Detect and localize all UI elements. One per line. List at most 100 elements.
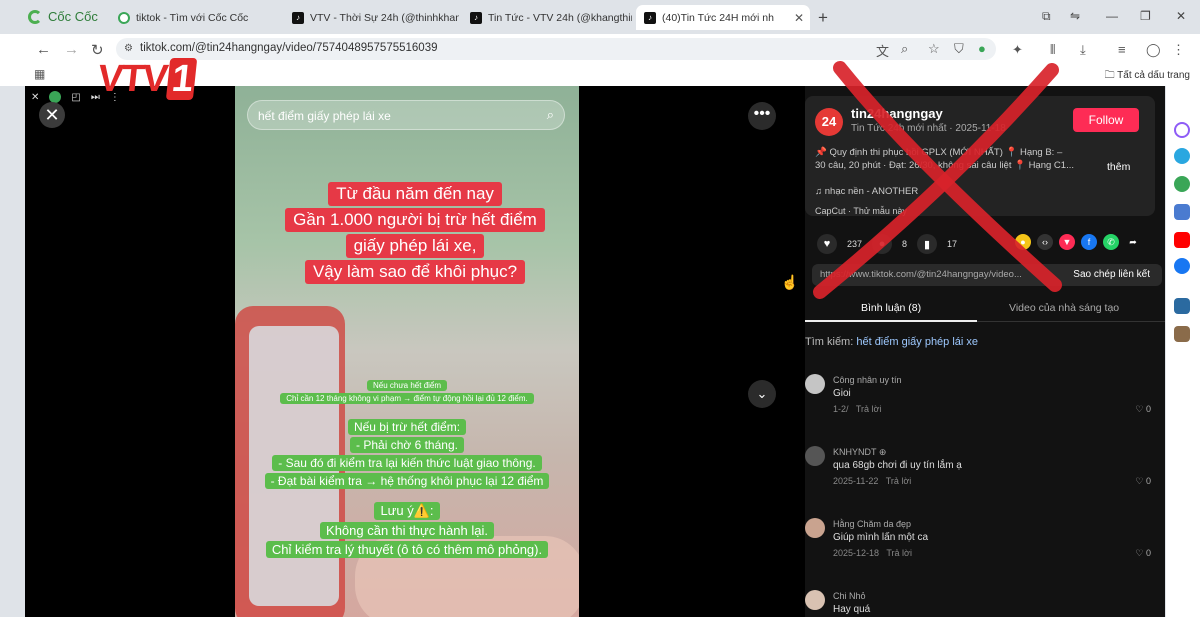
zalo-icon[interactable] [1174, 148, 1190, 164]
caption-line: Chỉ kiểm tra lý thuyết (ô tô có thêm mô … [265, 541, 549, 558]
close-window-button[interactable]: ✕ [1176, 9, 1186, 23]
follow-button[interactable]: Follow [1073, 108, 1139, 132]
all-bookmarks-link[interactable]: 🗀 Tất cả dấu trang [1105, 68, 1190, 85]
screenshot-icon[interactable]: ⧉ [1042, 9, 1051, 24]
restore-button[interactable]: ❐ [1140, 9, 1151, 23]
messenger-icon[interactable] [1174, 122, 1190, 138]
comment-like-count: 0 [1145, 548, 1151, 558]
next-video-button[interactable]: ⌄ [748, 380, 776, 408]
close-video-button[interactable]: ✕ [39, 102, 65, 128]
extensions-icon[interactable]: ✦ [1012, 42, 1023, 58]
tab-label: VTV - Thời Sự 24h (@thinhkhang [310, 11, 459, 24]
reading-mode-icon[interactable]: ⫴ [1050, 42, 1055, 58]
author-avatar[interactable]: 24 [815, 108, 843, 136]
headline-caption: Từ đầu năm đến nay Gần 1.000 người bị tr… [265, 181, 565, 285]
tab-comments[interactable]: Bình luận (8) [861, 302, 921, 314]
active-tab-indicator [805, 320, 977, 322]
comment-avatar[interactable] [805, 374, 825, 394]
coccoc-logo-icon [28, 9, 42, 24]
bookmark-icon[interactable]: ▮ [917, 234, 938, 254]
comment-avatar[interactable] [805, 446, 825, 466]
tab-search[interactable]: tiktok - Tìm với Cốc Cốc [110, 5, 280, 30]
tab-active-tin24h[interactable]: ♪ (40)Tin Tức 24H mới nh ✕ [636, 5, 810, 30]
shield-icon[interactable]: ⛉ [954, 41, 964, 57]
zoom-icon[interactable]: ⌕ [901, 41, 908, 57]
tab-vtv-thoisu[interactable]: ♪ VTV - Thời Sự 24h (@thinhkhang [284, 5, 459, 30]
coin-icon[interactable]: ● [1015, 234, 1031, 250]
close-tab-icon[interactable]: ✕ [794, 11, 804, 25]
media-icon[interactable]: ≡ [1118, 42, 1126, 57]
caption-small: Nếu chưa hết điểm Chỉ cần 12 tháng không… [239, 378, 575, 406]
comment-author[interactable]: Chi Nhỏ [833, 591, 866, 601]
caption-line: - Sau đó đi kiểm tra lại kiến thức luật … [272, 455, 542, 471]
headline-line: Từ đầu năm đến nay [328, 182, 502, 206]
comment-author[interactable]: Hằng Chăm da đẹp [833, 519, 911, 529]
app-sidebar-icon[interactable] [1174, 298, 1190, 314]
download-status-icon[interactable]: ● [978, 41, 986, 56]
game-icon[interactable] [1174, 176, 1190, 192]
menu-icon[interactable]: ⋮ [1172, 42, 1185, 58]
bookmark-star-icon[interactable]: ☆ [928, 41, 940, 57]
browser-brand[interactable]: Cốc Cốc [28, 9, 98, 24]
comment-author[interactable]: Công nhân uy tín [833, 375, 902, 385]
comment-author[interactable]: KNHYNDT ⊕ [833, 447, 886, 458]
apps-grid-icon[interactable]: ▦ [34, 67, 45, 81]
reply-link[interactable]: Trả lời [886, 476, 912, 486]
comment-item: Chi Nhỏ Hay quá [805, 590, 1155, 617]
capcut-link[interactable]: CapCut · Thử mẫu này [815, 206, 907, 216]
author-username[interactable]: tin24hangngay [851, 106, 943, 121]
translate-sidebar-icon[interactable] [1174, 204, 1190, 220]
heart-icon[interactable]: ♥ [817, 234, 837, 254]
facebook-icon[interactable]: f [1081, 234, 1097, 250]
share-arrow-icon[interactable]: ➦ [1125, 234, 1141, 250]
pip-window-icon[interactable]: ◰ [71, 92, 80, 103]
headline-line: Vậy làm sao để khôi phục? [304, 260, 526, 284]
send-icon[interactable]: ▼ [1059, 234, 1075, 250]
caption-line: - Đạt bài kiểm tra → hệ thống khôi phục … [264, 473, 550, 489]
tab-creator-videos[interactable]: Video của nhà sáng tạo [1009, 302, 1119, 314]
whatsapp-icon[interactable]: ✆ [1103, 234, 1119, 250]
forward-button[interactable]: → [64, 41, 79, 58]
reload-button[interactable]: ↻ [91, 41, 104, 59]
video-search-bar[interactable]: hết điểm giấy phép lái xe ⌕ [247, 100, 565, 130]
comment-count: 8 [902, 239, 908, 249]
facebook-sidebar-icon[interactable] [1174, 258, 1190, 274]
back-button[interactable]: ← [36, 41, 51, 58]
comment-like[interactable]: ♡ 0 [1135, 404, 1151, 415]
comment-icon[interactable]: ● [872, 234, 893, 254]
comment-date: 2025-11-22 [833, 476, 879, 486]
search-icon[interactable]: ⌕ [547, 107, 554, 123]
youtube-icon[interactable] [1174, 232, 1190, 248]
comment-like[interactable]: ♡ 0 [1135, 548, 1151, 559]
tab-vtv-tintuc[interactable]: ♪ Tin Tức - VTV 24h (@khangthinh [462, 5, 632, 30]
description-line: 📌 Quy định thi phục hồi GPLX (MỚI NHẤT) … [815, 147, 1063, 158]
tiktok-page: ✕ ◰ ⏭ ⋮ ✕ hết điểm giấy phép lái xe ⌕ Từ… [25, 86, 1165, 617]
profile-sidebar-icon[interactable] [1174, 326, 1190, 342]
address-field[interactable]: ⚙ tiktok.com/@tin24hangngay/video/757404… [116, 38, 996, 60]
profile-icon[interactable]: ◯ [1146, 42, 1161, 58]
more-options-button[interactable]: ••• [748, 102, 776, 130]
related-search[interactable]: Tìm kiếm: hết điểm giấy phép lái xe [805, 336, 978, 348]
reply-link[interactable]: Trả lời [856, 404, 882, 414]
video-search-text: hết điểm giấy phép lái xe [258, 109, 391, 123]
music-link[interactable]: ♫ nhạc nền - ANOTHER [815, 186, 918, 197]
embed-icon[interactable]: ‹› [1037, 234, 1053, 250]
pip-close-icon[interactable]: ✕ [31, 92, 39, 103]
comment-avatar[interactable] [805, 590, 825, 610]
see-more-link[interactable]: thêm [1107, 161, 1130, 173]
site-info-icon[interactable]: ⚙ [124, 43, 133, 54]
tab-label: tiktok - Tìm với Cốc Cốc [136, 11, 249, 24]
video-link-text: https://www.tiktok.com/@tin24hangngay/vi… [820, 269, 1022, 280]
reply-link[interactable]: Trả lời [886, 548, 912, 558]
video-player[interactable]: hết điểm giấy phép lái xe ⌕ Từ đầu năm đ… [235, 86, 579, 617]
comment-like-count: 0 [1145, 404, 1151, 414]
comment-avatar[interactable] [805, 518, 825, 538]
panel-tabs: Bình luận (8) Video của nhà sáng tạo [805, 300, 1165, 322]
new-tab-button[interactable]: + [818, 8, 828, 28]
minimize-button[interactable]: — [1106, 9, 1118, 23]
downloads-icon[interactable]: ⤓ [1080, 42, 1086, 58]
copy-link-button[interactable]: Sao chép liên kết [1073, 269, 1150, 280]
translate-icon[interactable]: 文 [876, 41, 889, 60]
tab-search-icon[interactable]: ⇋ [1070, 9, 1080, 23]
comment-like[interactable]: ♡ 0 [1135, 476, 1151, 487]
